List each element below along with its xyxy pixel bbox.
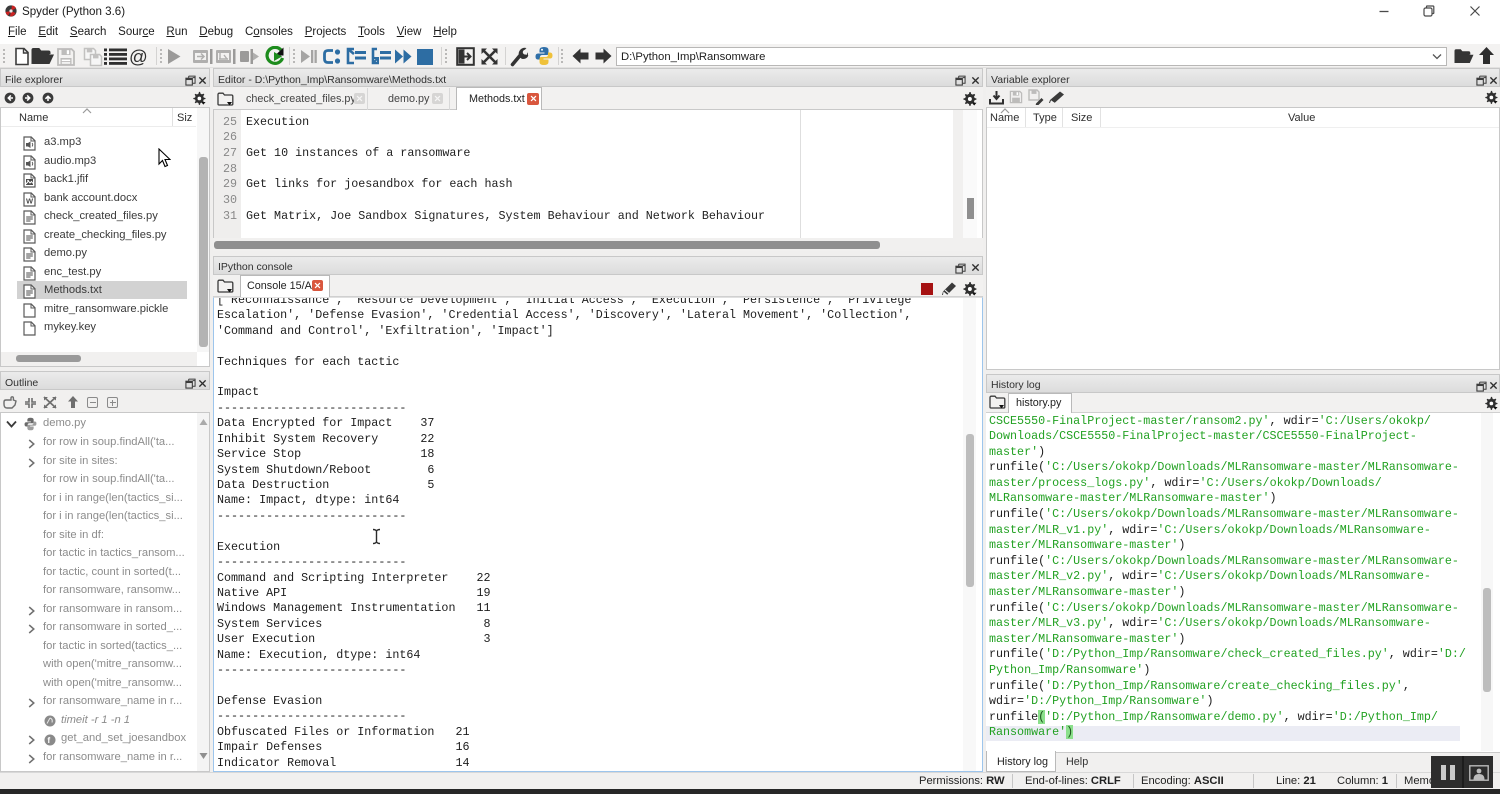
- svg-text:f: f: [47, 735, 50, 745]
- svg-text:W: W: [26, 196, 34, 205]
